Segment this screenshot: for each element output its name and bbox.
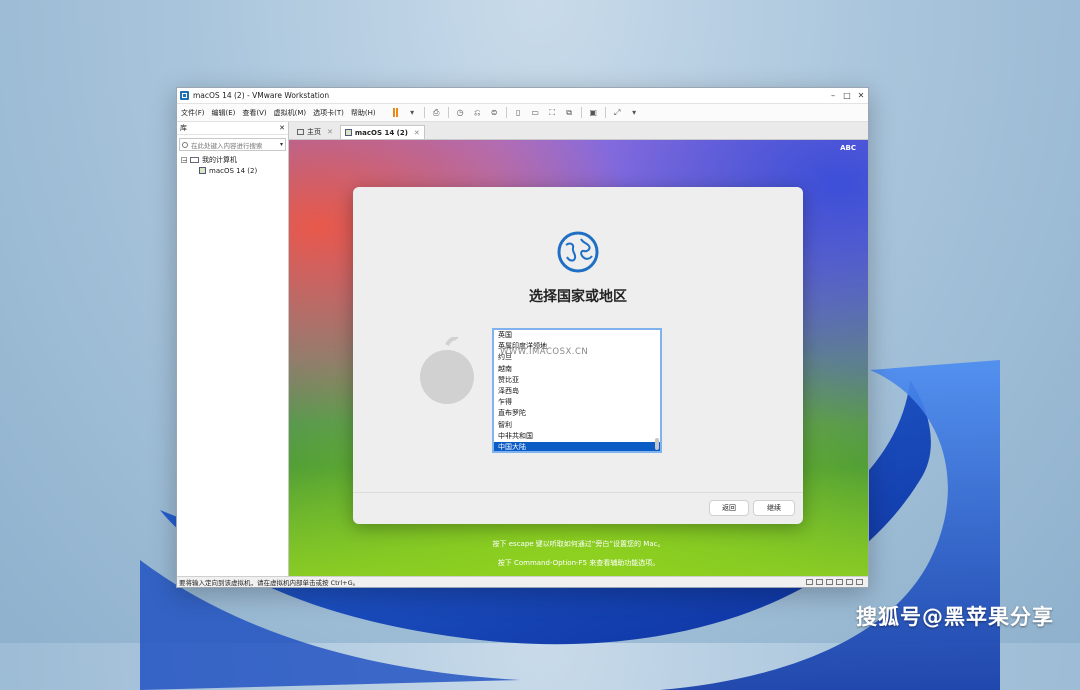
tab-vm-close-icon[interactable]: ✕ — [414, 129, 420, 137]
snapshot-icon[interactable]: ◷ — [455, 107, 466, 118]
usb-icon[interactable] — [836, 579, 843, 585]
collapse-icon[interactable]: − — [181, 156, 187, 163]
menu-vm[interactable]: 虚拟机(M) — [274, 108, 307, 118]
tab-vm[interactable]: macOS 14 (2) ✕ — [339, 125, 425, 139]
cd-icon[interactable] — [816, 579, 823, 585]
tab-home[interactable]: 主页 ✕ — [292, 124, 338, 139]
list-item[interactable]: 中非共和国 — [494, 431, 660, 442]
dropdown-arrow-icon[interactable]: ▾ — [629, 107, 640, 118]
list-item[interactable]: 乍得 — [494, 397, 660, 408]
list-scrollbar[interactable] — [655, 438, 659, 450]
search-placeholder: 在此处键入内容进行搜索 — [191, 141, 263, 150]
menu-view[interactable]: 查看(V) — [242, 108, 266, 118]
window-title: macOS 14 (2) - VMware Workstation — [193, 91, 330, 100]
revert-snapshot-icon[interactable]: ⎌ — [472, 107, 483, 118]
list-item-selected[interactable]: 中国大陆 — [494, 441, 660, 451]
maximize-button[interactable]: □ — [840, 91, 854, 100]
tree-item-my-computer[interactable]: − 我的计算机 — [181, 154, 288, 165]
voiceover-hint: 按下 escape 键以听取如何通过“旁白”设置您的 Mac。 — [492, 540, 665, 548]
network-icon[interactable] — [826, 579, 833, 585]
guest-screen[interactable]: ABC 选择国家或地区 英国 英属印度洋领地 约旦 越南 赞比亚 泽西岛 乍得 … — [289, 140, 868, 577]
library-panel: 库 ✕ 在此处键入内容进行搜索 ▾ − 我的计算机 macOS 14 (2) — [177, 122, 289, 577]
full-screen-icon[interactable]: ⛶ — [547, 107, 558, 118]
list-item[interactable]: 智利 — [494, 420, 660, 431]
vmware-window: macOS 14 (2) - VMware Workstation – □ ✕ … — [176, 87, 869, 588]
dialog-title: 选择国家或地区 — [529, 289, 627, 305]
globe-icon — [557, 231, 599, 273]
list-item[interactable]: 泽西岛 — [494, 386, 660, 397]
list-item[interactable]: 越南 — [494, 364, 660, 375]
menu-bar: 文件(F) 编辑(E) 查看(V) 虚拟机(M) 选项卡(T) 帮助(H) ▾ … — [177, 104, 868, 122]
list-item[interactable]: 直布罗陀 — [494, 408, 660, 419]
divider — [353, 492, 803, 493]
console-view-icon[interactable]: ▣ — [588, 107, 599, 118]
tab-bar: 主页 ✕ macOS 14 (2) ✕ — [289, 122, 868, 140]
tree-label-vm: macOS 14 (2) — [209, 166, 258, 175]
sidebar-toggle-icon[interactable]: ▯ — [513, 107, 524, 118]
input-source-indicator[interactable]: ABC — [840, 144, 856, 152]
library-tree: − 我的计算机 macOS 14 (2) — [177, 154, 288, 176]
watermark-url: WWW.IMACOSX.CN — [500, 347, 589, 357]
dropdown-arrow-icon[interactable]: ▾ — [407, 107, 418, 118]
status-bar: 要将输入定向到该虚拟机，请在虚拟机内部单击或按 Ctrl+G。 — [177, 576, 868, 587]
list-item[interactable]: 英国 — [494, 330, 660, 341]
continue-button[interactable]: 继续 — [753, 500, 795, 516]
hdd-icon[interactable] — [806, 579, 813, 585]
search-dropdown-icon[interactable]: ▾ — [280, 141, 283, 148]
message-icon[interactable] — [856, 579, 863, 585]
vm-tab-icon — [344, 129, 352, 136]
tree-item-vm[interactable]: macOS 14 (2) — [181, 165, 288, 176]
accessibility-hint: 按下 Command-Option-F5 来查看辅助功能选项。 — [497, 559, 660, 567]
minimize-button[interactable]: – — [826, 91, 840, 100]
tree-label-my-computer: 我的计算机 — [202, 155, 237, 164]
snapshot-manager-icon[interactable]: ⊜ — [489, 107, 500, 118]
back-button[interactable]: 返回 — [709, 500, 749, 516]
country-region-dialog: 选择国家或地区 英国 英属印度洋领地 约旦 越南 赞比亚 泽西岛 乍得 直布罗陀… — [353, 187, 803, 524]
search-icon — [182, 141, 188, 148]
title-bar: macOS 14 (2) - VMware Workstation – □ ✕ — [177, 88, 868, 104]
corner-watermark: 搜狐号@黑苹果分享 — [856, 605, 1054, 629]
status-text: 要将输入定向到该虚拟机，请在虚拟机内部单击或按 Ctrl+G。 — [179, 579, 360, 587]
menu-help[interactable]: 帮助(H) — [351, 108, 376, 118]
tab-home-close-icon[interactable]: ✕ — [327, 128, 333, 136]
unity-icon[interactable]: ⧉ — [564, 107, 575, 118]
menu-edit[interactable]: 编辑(E) — [212, 108, 236, 118]
menu-file[interactable]: 文件(F) — [181, 108, 205, 118]
library-search-input[interactable]: 在此处键入内容进行搜索 ▾ — [179, 138, 286, 151]
close-window-button[interactable]: ✕ — [854, 91, 868, 100]
menu-tabs[interactable]: 选项卡(T) — [313, 108, 344, 118]
tab-home-label: 主页 — [307, 127, 321, 136]
toolbar: ▾ ⎙ ◷ ⎌ ⊜ ▯ ▭ ⛶ ⧉ ▣ ⤢ ▾ — [387, 107, 643, 118]
tab-vm-label: macOS 14 (2) — [354, 128, 408, 137]
computer-icon — [190, 156, 199, 163]
home-icon — [297, 128, 304, 135]
library-close-button[interactable]: ✕ — [279, 124, 285, 132]
library-title: 库 — [180, 124, 187, 132]
send-ctrl-alt-del-icon[interactable]: ⎙ — [431, 107, 442, 118]
vm-icon — [199, 167, 206, 174]
pause-icon[interactable] — [390, 107, 401, 118]
sound-icon[interactable] — [846, 579, 853, 585]
list-item[interactable]: 赞比亚 — [494, 375, 660, 386]
thumbnail-bar-icon[interactable]: ▭ — [530, 107, 541, 118]
stretch-guest-icon[interactable]: ⤢ — [612, 107, 623, 118]
vmware-app-icon — [180, 91, 189, 100]
